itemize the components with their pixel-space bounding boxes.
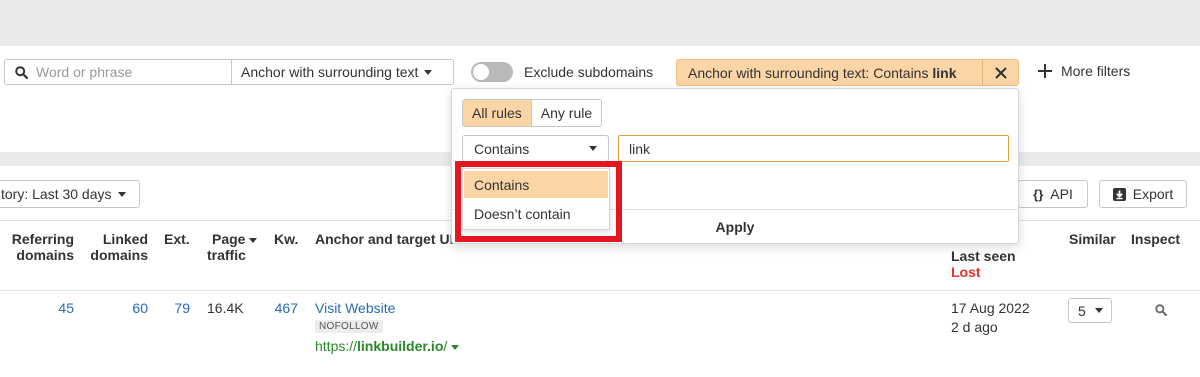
remove-filter-button[interactable] xyxy=(982,60,1018,85)
export-label: Export xyxy=(1132,186,1174,202)
export-button[interactable]: Export xyxy=(1099,180,1187,208)
search-icon xyxy=(15,65,28,79)
toggle-knob xyxy=(473,64,489,80)
target-url-link[interactable]: https://linkbuilder.io/ xyxy=(315,338,460,354)
cell-page-traffic: 16.4K xyxy=(207,300,244,316)
active-filter-prefix: Anchor with surrounding text: Contains xyxy=(688,64,933,81)
header-text: Ext. xyxy=(164,231,190,247)
header-inspect[interactable]: Inspect xyxy=(1131,231,1180,247)
header-text: Kw. xyxy=(274,231,299,247)
top-band xyxy=(0,0,1200,46)
operator-value: Contains xyxy=(474,140,530,157)
header-ext[interactable]: Ext. xyxy=(164,231,190,247)
anchor-link[interactable]: Visit Website xyxy=(315,300,395,316)
download-icon xyxy=(1112,187,1126,201)
operator-select[interactable]: Contains xyxy=(462,135,609,162)
lost-status-label: Lost xyxy=(951,264,981,280)
api-button[interactable]: {} API xyxy=(1018,180,1088,208)
header-text: Similar xyxy=(1069,231,1116,247)
exclude-subdomains-toggle[interactable] xyxy=(471,62,513,82)
history-select[interactable]: tory: Last 30 days xyxy=(0,180,140,208)
header-text: Page xyxy=(212,231,246,247)
row-divider xyxy=(0,290,1200,291)
header-text: Anchor and target UF xyxy=(315,231,459,247)
option-doesnt-contain[interactable]: Doesn’t contain xyxy=(464,200,608,227)
close-icon xyxy=(994,66,1007,79)
history-label: tory: Last 30 days xyxy=(1,186,112,202)
header-text: Last seen xyxy=(951,248,1016,264)
header-kw[interactable]: Kw. xyxy=(274,231,298,247)
search-mode-value: Anchor with surrounding text xyxy=(241,64,419,80)
nofollow-badge: NOFOLLOW xyxy=(315,320,383,333)
header-referring-domains[interactable]: Referring domains xyxy=(4,231,74,263)
tab-any-rule[interactable]: Any rule xyxy=(530,100,602,126)
inspect-search-icon[interactable] xyxy=(1155,304,1167,316)
header-similar[interactable]: Similar xyxy=(1069,231,1116,247)
header-anchor[interactable]: Anchor and target UF xyxy=(315,231,458,247)
header-linked-domains[interactable]: Linked domains xyxy=(80,231,148,263)
sort-desc-icon xyxy=(249,237,258,243)
header-text: Linked xyxy=(102,231,148,247)
cell-ext[interactable]: 79 xyxy=(160,300,190,316)
rule-tabs: All rules Any rule xyxy=(462,99,603,127)
header-last-seen[interactable]: Last seen Lost xyxy=(951,248,1016,280)
url-prefix: https:// xyxy=(315,338,358,354)
cell-kw[interactable]: 467 xyxy=(264,300,298,316)
header-page-traffic[interactable]: Page traffic xyxy=(207,231,258,263)
header-text: traffic xyxy=(207,247,246,263)
api-label: API xyxy=(1050,186,1073,202)
header-text: domains xyxy=(90,247,148,263)
filter-value-input[interactable] xyxy=(618,135,1009,162)
active-filter-text: Anchor with surrounding text: Contains l… xyxy=(677,65,982,81)
chevron-down-icon xyxy=(589,146,597,151)
plus-icon xyxy=(1038,64,1052,78)
exclude-subdomains-label: Exclude subdomains xyxy=(524,64,654,80)
chevron-down-icon xyxy=(1094,308,1103,313)
cell-referring-domains[interactable]: 45 xyxy=(44,300,74,316)
chevron-down-icon xyxy=(424,69,433,75)
search-box[interactable] xyxy=(4,59,232,85)
more-filters-button[interactable]: More filters xyxy=(1038,63,1130,79)
header-text: Referring xyxy=(11,231,74,247)
similar-count: 5 xyxy=(1078,302,1086,319)
url-suffix: / xyxy=(443,338,448,354)
search-mode-select[interactable]: Anchor with surrounding text xyxy=(231,59,454,85)
url-domain: linkbuilder.io xyxy=(357,338,444,354)
last-seen-date: 17 Aug 2022 xyxy=(951,300,1030,316)
header-text: Inspect xyxy=(1131,231,1181,247)
last-seen-ago: 2 d ago xyxy=(951,319,998,335)
braces-icon: {} xyxy=(1033,186,1044,202)
active-filter-chip[interactable]: Anchor with surrounding text: Contains l… xyxy=(676,59,1019,86)
search-input[interactable] xyxy=(36,64,216,80)
cell-linked-domains[interactable]: 60 xyxy=(118,300,148,316)
header-text: domains xyxy=(16,247,74,263)
tab-all-rules[interactable]: All rules xyxy=(463,100,531,126)
option-contains[interactable]: Contains xyxy=(464,171,608,198)
operator-dropdown-menu: Contains Doesn’t contain xyxy=(462,168,610,230)
active-filter-term: link xyxy=(932,64,957,81)
similar-select[interactable]: 5 xyxy=(1068,298,1112,323)
chevron-down-icon[interactable] xyxy=(451,344,460,350)
chevron-down-icon xyxy=(117,191,126,197)
more-filters-label: More filters xyxy=(1061,63,1131,79)
